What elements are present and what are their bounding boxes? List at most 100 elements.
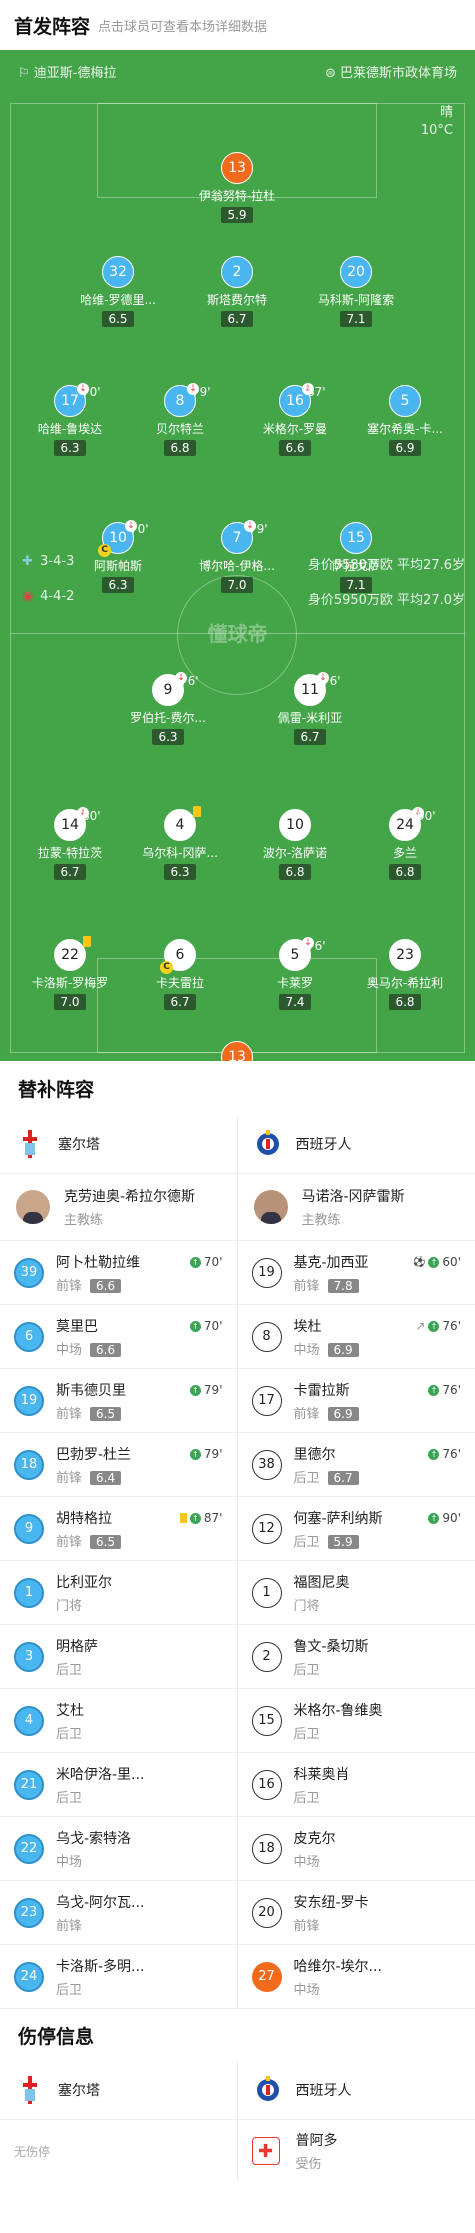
sub-minute: 90' bbox=[442, 1511, 461, 1525]
away-player-1[interactable]: 11 ↓ 76' 佩雷-米利亚 6.7 bbox=[250, 672, 370, 745]
away-player-0[interactable]: 9 ↓ 76' 罗伯托-费尔... 6.3 bbox=[108, 672, 228, 745]
player-rating: 6.9 bbox=[327, 1342, 359, 1357]
player-name: 阿卜杜勒拉维 bbox=[56, 1254, 140, 1271]
away-sub-player[interactable]: 16 科莱奥肖 后卫 bbox=[238, 1753, 475, 1816]
player-rating: 7.0 bbox=[221, 577, 253, 593]
home-sub-player[interactable]: 3 明格萨 后卫 bbox=[0, 1625, 237, 1688]
player-position: 后卫 bbox=[56, 1662, 83, 1678]
home-player-10[interactable]: 15 萨拉戈萨 7.1 bbox=[296, 522, 416, 593]
player-name: 哈维-鲁埃达 bbox=[37, 422, 103, 436]
away-player-6[interactable]: 22 卡洛斯-罗梅罗 7.0 bbox=[10, 936, 130, 1010]
shirt-number: 17 bbox=[251, 1385, 282, 1416]
home-sub-player[interactable]: 1 比利亚尔 门将 bbox=[0, 1561, 237, 1624]
shirt-number: 2 bbox=[221, 256, 253, 288]
away-coach[interactable]: 马诺洛-冈萨雷斯 主教练 bbox=[238, 1174, 475, 1240]
yellow-card-icon bbox=[83, 936, 91, 947]
away-player-2[interactable]: 14 ↓ 60' 拉蒙-特拉茨 6.7 bbox=[10, 807, 130, 880]
away-player-10[interactable]: 13德米特罗维奇7.2 bbox=[177, 1041, 297, 1061]
player-rating: 6.5 bbox=[102, 311, 134, 327]
home-player-1[interactable]: 32 哈维-罗德里... 6.5 bbox=[58, 256, 178, 327]
home-sub-player[interactable]: 23 乌戈-阿尔瓦... 前锋 bbox=[0, 1881, 237, 1944]
away-team[interactable]: 西班牙人 bbox=[238, 1115, 475, 1173]
away-team[interactable]: 西班牙人 bbox=[238, 2061, 475, 2119]
player-rating: 7.1 bbox=[340, 577, 372, 593]
away-player-3[interactable]: 4 乌尔科-冈萨... 6.3 bbox=[120, 806, 240, 880]
player-name: 哈维-罗德里... bbox=[80, 293, 156, 307]
home-player-4[interactable]: 17 ↓ 70' 哈维-鲁埃达 6.3 bbox=[10, 383, 130, 456]
shirt-number: 20 bbox=[340, 256, 372, 288]
injured-player[interactable]: ✚ 普阿多 受伤 bbox=[238, 2120, 475, 2182]
home-sub-player[interactable]: 22 乌戈-索特洛 中场 bbox=[0, 1817, 237, 1880]
player-rating: 7.0 bbox=[54, 994, 86, 1010]
player-name: 胡特格拉 bbox=[56, 1510, 112, 1527]
home-player-6[interactable]: 16 ↓ 87' 米格尔-罗曼 6.6 bbox=[235, 383, 355, 456]
sub-minute: 70' bbox=[130, 522, 149, 536]
away-sub-player[interactable]: 1 福图尼奥 门将 bbox=[238, 1561, 475, 1624]
home-team[interactable]: 塞尔塔 bbox=[0, 2061, 237, 2119]
sub-minute: 79' bbox=[203, 1447, 223, 1461]
sub-on-icon: ↑ bbox=[428, 1320, 440, 1332]
sub-on-icon: ↑ bbox=[189, 1256, 201, 1268]
home-player-0[interactable]: 13 伊翁努特-拉杜 5.9 bbox=[177, 152, 297, 223]
home-sub-player[interactable]: 6 莫里巴 中场 6.6 ↑ 70' bbox=[0, 1305, 237, 1368]
away-sub-player[interactable]: 38 里德尔 后卫 6.7 ↑ 76' bbox=[238, 1433, 475, 1496]
player-name: 波尔-洛萨诺 bbox=[262, 846, 328, 860]
shirt-number: 13 bbox=[221, 152, 253, 184]
player-position: 门将 bbox=[293, 1598, 320, 1614]
away-sub-player[interactable]: 20 安东纽-罗卡 前锋 bbox=[238, 1881, 475, 1944]
home-player-8[interactable]: 10 ↓ C 70' 阿斯帕斯 6.3 bbox=[58, 520, 178, 593]
lineup-header: 首发阵容 点击球员可查看本场详细数据 bbox=[0, 0, 475, 50]
sub-minute: 76' bbox=[180, 674, 199, 688]
home-sub-player[interactable]: 4 艾杜 后卫 bbox=[0, 1689, 237, 1752]
player-name: 伊翁努特-拉杜 bbox=[198, 189, 276, 203]
sub-minute: 70' bbox=[82, 385, 101, 399]
player-rating: 6.7 bbox=[327, 1470, 359, 1485]
away-player-4[interactable]: 10 波尔-洛萨诺 6.8 bbox=[235, 809, 355, 880]
away-sub-player[interactable]: 19 基克-加西亚 前锋 7.8 ⚽ ↑ 60' bbox=[238, 1241, 475, 1304]
away-sub-player[interactable]: 8 埃杜 中场 6.9 ↗ ↑ 76' bbox=[238, 1305, 475, 1368]
home-sub-player[interactable]: 39 阿卜杜勒拉维 前锋 6.6 ↑ 70' bbox=[0, 1241, 237, 1304]
home-player-9[interactable]: 7 ↓ 79' 博尔哈-伊格... 7.0 bbox=[177, 520, 297, 593]
shirt-number: 9 bbox=[14, 1513, 44, 1544]
injury-row: 无伤停 ✚ 普阿多 受伤 bbox=[0, 2120, 475, 2182]
home-player-3[interactable]: 20 马科斯-阿隆索 7.1 bbox=[296, 256, 416, 327]
sub-on-icon: ↑ bbox=[428, 1256, 440, 1268]
home-sub-player[interactable]: 9 胡特格拉 前锋 6.5 ↑ 87' bbox=[0, 1497, 237, 1560]
away-player-5[interactable]: 24 ↓ 90' 多兰 6.8 bbox=[345, 807, 465, 880]
coach-row: 克劳迪奥-希拉尔德斯 主教练 马诺洛-冈萨雷斯 主教练 bbox=[0, 1174, 475, 1241]
whistle-icon: ⚐ bbox=[18, 66, 34, 81]
home-player-2[interactable]: 2 斯塔费尔特 6.7 bbox=[177, 256, 297, 327]
player-name: 皮克尔 bbox=[293, 1830, 336, 1847]
away-sub-player[interactable]: 12 何塞-萨利纳斯 后卫 5.9 ↑ 90' bbox=[238, 1497, 475, 1560]
sub-minute: 79' bbox=[192, 385, 211, 399]
shirt-number: 24 bbox=[14, 1961, 44, 1992]
weather-label: 晴 bbox=[439, 105, 453, 120]
home-player-7[interactable]: 5 塞尔希奥-卡... 6.9 bbox=[345, 385, 465, 456]
home-player-5[interactable]: 8 ↓ 79' 贝尔特兰 6.8 bbox=[120, 383, 240, 456]
away-sub-player[interactable]: 2 鲁文-桑切斯 后卫 bbox=[238, 1625, 475, 1688]
player-position: 中场 bbox=[293, 1982, 320, 1998]
sub-on-icon: ↑ bbox=[428, 1448, 440, 1460]
player-position: 前锋 bbox=[56, 1470, 83, 1486]
home-sub-player[interactable]: 24 卡洛斯-多明... 后卫 bbox=[0, 1945, 237, 2008]
shirt-number: 18 bbox=[251, 1833, 282, 1864]
away-player-7[interactable]: 6 C 卡夫雷拉 6.7 bbox=[120, 939, 240, 1010]
away-sub-player[interactable]: 27 哈维尔-埃尔... 中场 bbox=[238, 1945, 475, 2008]
away-player-9[interactable]: 23 奥马尔-希拉利 6.8 bbox=[345, 939, 465, 1010]
home-team[interactable]: 塞尔塔 bbox=[0, 1115, 237, 1173]
home-coach[interactable]: 克劳迪奥-希拉尔德斯 主教练 bbox=[0, 1174, 237, 1240]
subs-list: 39 阿卜杜勒拉维 前锋 6.6 ↑ 70' 19 基克-加西亚 前锋 7.8 ⚽ ↑ 60' 6 莫里巴中… bbox=[0, 1241, 475, 2009]
player-rating: 6.8 bbox=[279, 864, 311, 880]
subs-team-row: 塞尔塔 西班牙人 bbox=[0, 1115, 475, 1174]
away-sub-player[interactable]: 15 米格尔-鲁维奥 后卫 bbox=[238, 1689, 475, 1752]
away-sub-player[interactable]: 18 皮克尔 中场 bbox=[238, 1817, 475, 1880]
home-sub-player[interactable]: 21 米哈伊洛-里... 后卫 bbox=[0, 1753, 237, 1816]
away-sub-player[interactable]: 17 卡雷拉斯 前锋 6.9 ↑ 76' bbox=[238, 1369, 475, 1432]
home-sub-player[interactable]: 19 斯韦德贝里 前锋 6.5 ↑ 79' bbox=[0, 1369, 237, 1432]
home-sub-player[interactable]: 18 巴勃罗-杜兰 前锋 6.4 ↑ 79' bbox=[0, 1433, 237, 1496]
player-rating: 6.7 bbox=[164, 994, 196, 1010]
away-player-8[interactable]: 5 ↓ 76' 卡莱罗 7.4 bbox=[235, 937, 355, 1010]
shirt-number: 16 bbox=[251, 1769, 282, 1800]
player-position: 前锋 bbox=[293, 1918, 320, 1934]
player-rating: 6.3 bbox=[164, 864, 196, 880]
